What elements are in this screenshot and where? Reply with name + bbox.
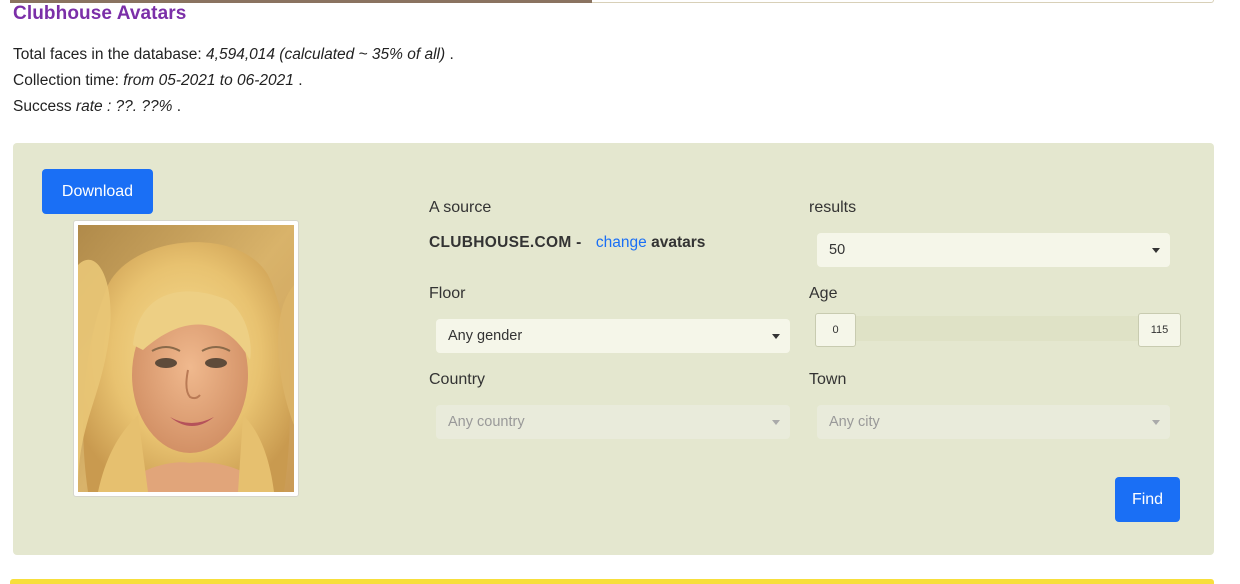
country-label: Country	[429, 371, 486, 388]
bottom-card-edge	[10, 579, 1214, 584]
city-select-value: Any city	[829, 414, 880, 430]
results-select-value: 50	[829, 242, 846, 258]
stats-success-suffix: .	[176, 98, 182, 115]
floor-label: Floor	[429, 285, 466, 302]
source-name: CLUBHOUSE.COM -	[429, 234, 582, 251]
age-max-handle[interactable]: 115	[1138, 313, 1181, 347]
caret-down-icon	[772, 419, 780, 425]
country-select-value: Any country	[448, 414, 525, 430]
source-line: CLUBHOUSE.COM - change avatars	[429, 234, 705, 252]
stats-total-label: Total faces in the database:	[13, 46, 202, 63]
stats-total-suffix: .	[449, 46, 454, 63]
source-type: avatars	[651, 234, 706, 251]
stats-total-line: Total faces in the database: 4,594,014 (…	[13, 42, 454, 68]
age-slider-track[interactable]	[855, 316, 1139, 341]
source-label: A source	[429, 199, 492, 216]
age-range-slider[interactable]: 0 115	[815, 313, 1181, 347]
gender-select[interactable]: Any gender	[436, 319, 790, 353]
stats-block: Total faces in the database: 4,594,014 (…	[13, 42, 454, 120]
city-select[interactable]: Any city	[817, 405, 1170, 439]
stats-success-value: : ??. ??%	[106, 98, 173, 115]
stats-total-value: 4,594,014 (calculated ~ 35% of all)	[206, 46, 446, 63]
stats-success-label: Success	[13, 98, 72, 115]
find-button[interactable]: Find	[1115, 477, 1180, 522]
page-title: Clubhouse Avatars	[13, 3, 187, 24]
age-min-handle[interactable]: 0	[815, 313, 856, 347]
results-label: results	[809, 199, 857, 216]
stats-time-value: from 05-2021 to 06-2021	[123, 72, 294, 89]
top-card-border	[592, 0, 1214, 3]
stats-time-line: Collection time: from 05-2021 to 06-2021…	[13, 68, 454, 94]
country-select[interactable]: Any country	[436, 405, 790, 439]
top-card-edge	[10, 0, 1214, 3]
caret-down-icon	[1152, 419, 1160, 425]
stats-success-rate-word: rate	[75, 98, 103, 115]
caret-down-icon	[1152, 247, 1160, 253]
town-label: Town	[809, 371, 847, 388]
stats-success-line: Success rate : ??. ??% .	[13, 94, 454, 120]
search-panel: Download A source CLUBHOUSE.COM - change…	[13, 143, 1214, 555]
change-source-link[interactable]: change	[596, 234, 647, 251]
age-label: Age	[809, 285, 838, 302]
caret-down-icon	[772, 333, 780, 339]
avatar-photo-frame	[73, 220, 299, 497]
stats-time-label: Collection time:	[13, 72, 119, 89]
download-button[interactable]: Download	[42, 169, 153, 214]
avatar-photo	[78, 225, 294, 492]
gender-select-value: Any gender	[448, 328, 523, 344]
stats-time-suffix: .	[298, 72, 303, 89]
results-select[interactable]: 50	[817, 233, 1170, 267]
